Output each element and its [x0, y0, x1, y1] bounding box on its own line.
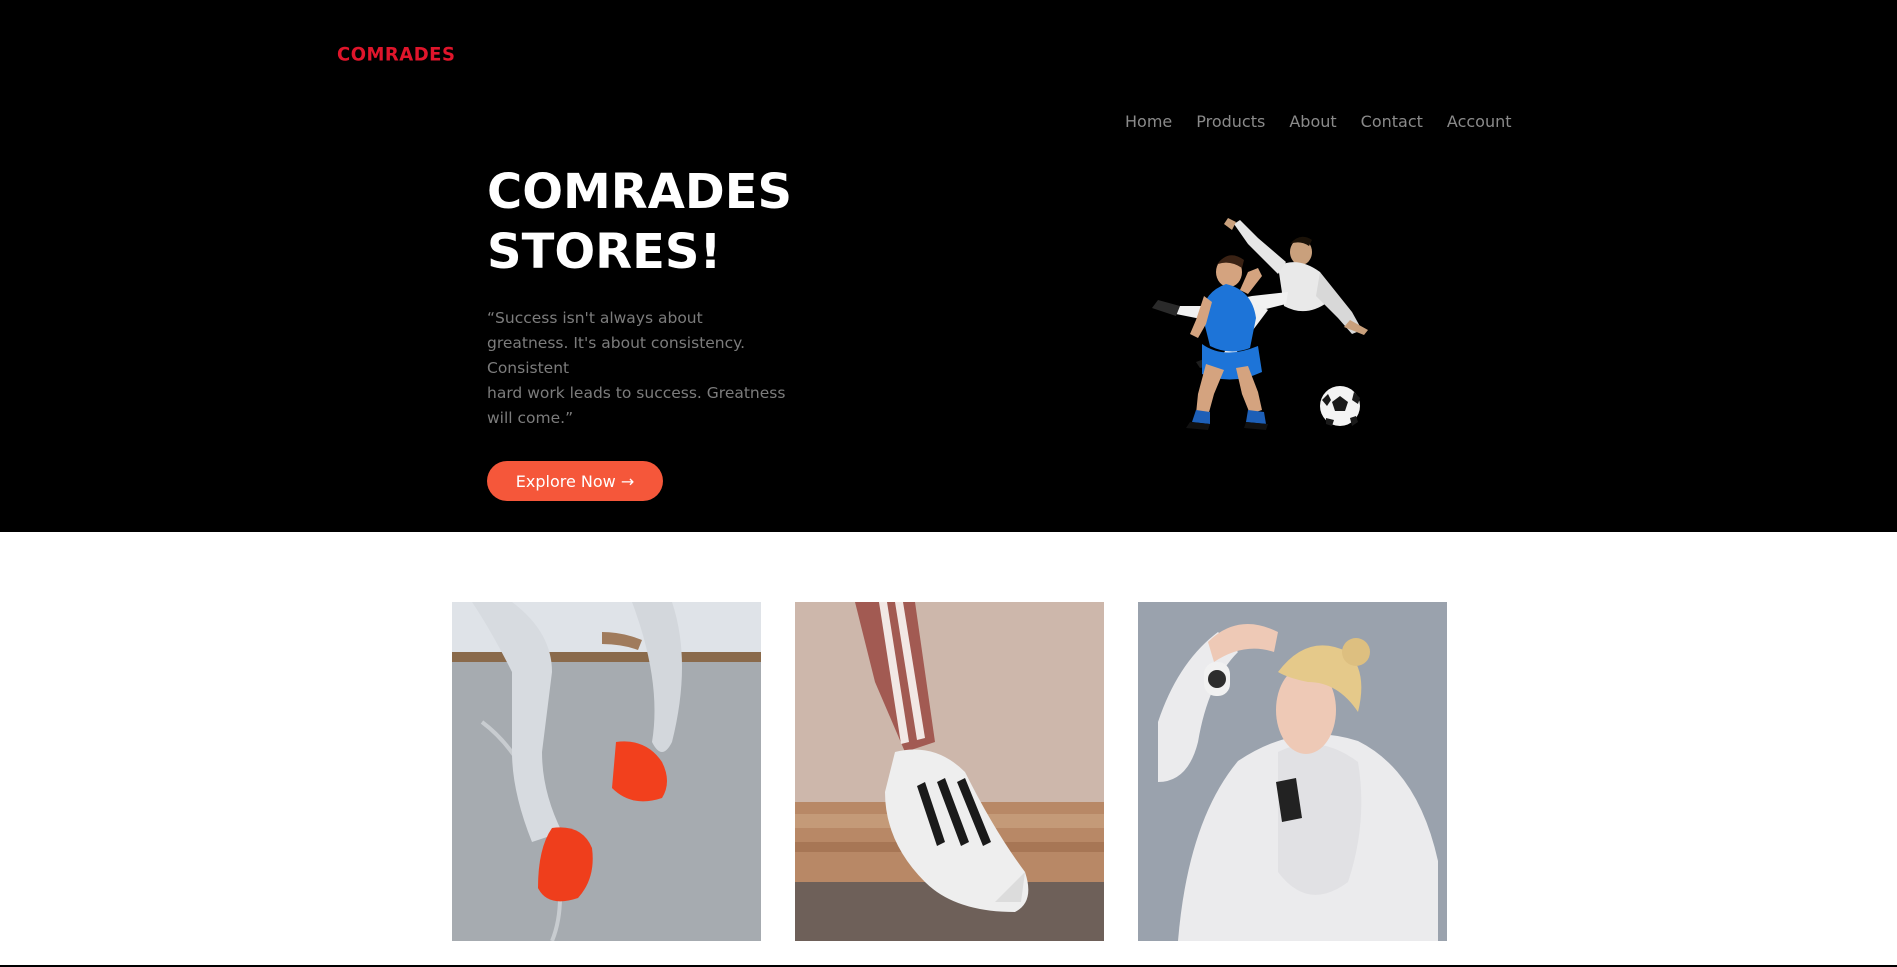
explore-now-button[interactable]: Explore Now → — [487, 461, 663, 501]
gallery-item[interactable] — [1138, 602, 1447, 941]
main-nav: Home Products About Contact Account — [1125, 112, 1512, 131]
nav-item-account[interactable]: Account — [1447, 112, 1512, 131]
nav-item-contact[interactable]: Contact — [1361, 112, 1423, 131]
orange-sneakers-photo — [452, 602, 761, 941]
brand-logo[interactable]: COMRADES — [337, 43, 455, 65]
hero-quote: “Success isn't always about greatness. I… — [487, 309, 786, 427]
nav-item-products[interactable]: Products — [1196, 112, 1265, 131]
hero-title: COMRADES STORES! — [487, 164, 793, 280]
gallery-item[interactable] — [795, 602, 1104, 941]
football-players-illustration — [1152, 218, 1368, 430]
nav-item-home[interactable]: Home — [1125, 112, 1172, 131]
gallery-item[interactable] — [452, 602, 761, 941]
product-gallery — [452, 602, 1447, 941]
white-striped-sneaker-photo — [795, 602, 1104, 941]
hero-section: COMRADES Home Products About Contact Acc… — [0, 0, 1897, 532]
nav-item-about[interactable]: About — [1289, 112, 1336, 131]
woman-white-hoodie-photo — [1138, 602, 1447, 941]
